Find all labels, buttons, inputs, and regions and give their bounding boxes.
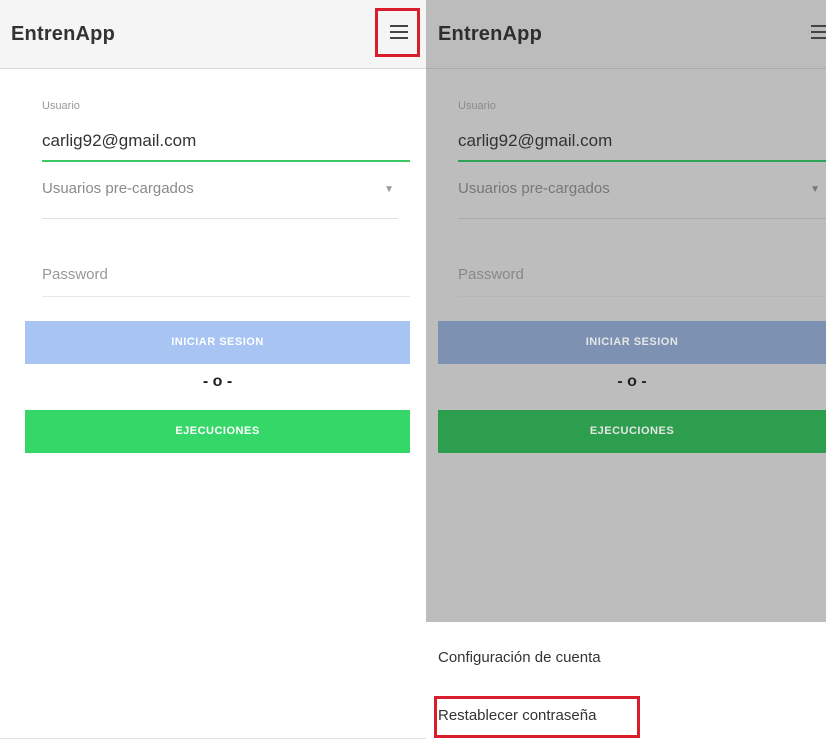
bottom-menu-drawer: Configuración de cuenta Restablecer cont… [426, 622, 826, 744]
preloaded-users-value: Usuarios pre-cargados [42, 180, 194, 197]
usuario-underline [42, 160, 410, 162]
separator-text: - o - [202, 373, 233, 390]
login-button: INICIAR SESION [438, 321, 826, 364]
preloaded-users-select[interactable]: Usuarios pre-cargados ▼ [42, 172, 398, 219]
menu-highlight-box [375, 8, 420, 57]
login-button[interactable]: INICIAR SESION [25, 321, 410, 364]
app-title: EntrenApp [438, 23, 543, 45]
password-underline [42, 296, 410, 297]
preloaded-users-select: Usuarios pre-cargados ▼ [458, 172, 826, 219]
usuario-underline [458, 160, 826, 162]
app-bar: EntrenApp [426, 0, 826, 69]
caret-down-icon: ▼ [810, 184, 820, 195]
usuario-input: carlig92@gmail.com [458, 131, 613, 150]
app-title: EntrenApp [11, 23, 116, 45]
reset-password-highlight-box [434, 696, 640, 738]
caret-down-icon: ▼ [384, 184, 394, 195]
app-bar: EntrenApp [0, 0, 426, 69]
password-underline [458, 296, 826, 297]
executions-button: EJECUCIONES [438, 410, 826, 453]
menu-item-account-settings[interactable]: Configuración de cuenta [438, 649, 601, 666]
password-input: Password [458, 266, 524, 283]
password-input[interactable]: Password [42, 266, 108, 283]
executions-button[interactable]: EJECUCIONES [25, 410, 410, 453]
usuario-label: Usuario [42, 100, 80, 112]
hamburger-menu-icon[interactable] [809, 21, 826, 41]
bottom-divider [0, 738, 426, 739]
login-screen-default: EntrenApp Usuario carlig92@gmail.com Usu… [0, 0, 426, 744]
usuario-input[interactable]: carlig92@gmail.com [42, 131, 196, 151]
preloaded-users-value: Usuarios pre-cargados [458, 180, 610, 197]
separator-text: - o - [617, 373, 647, 390]
usuario-label: Usuario [458, 100, 496, 112]
login-screen-menu-open: EntrenApp Usuario carlig92@gmail.com Usu… [426, 0, 826, 744]
